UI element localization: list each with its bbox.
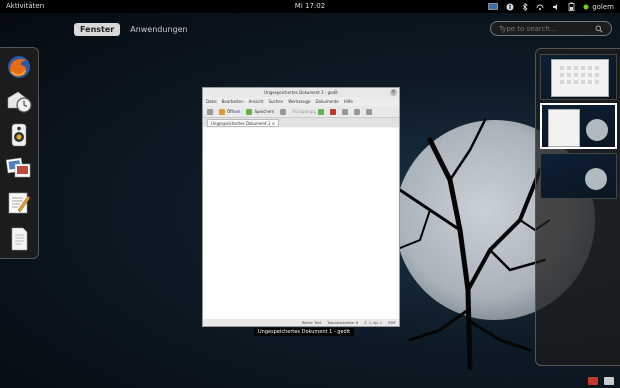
text-editor-icon[interactable] [6,190,32,216]
text-area[interactable] [204,128,398,319]
workspace-thumbnail-active[interactable] [540,103,617,149]
display-icon[interactable] [488,2,499,11]
status-tab-width[interactable]: Tabulatorbreite: 8 [327,321,358,325]
open-folder-icon [219,108,225,115]
print-icon [280,108,287,115]
workspace-thumbnail[interactable] [540,153,617,199]
workspace-moon [586,119,608,141]
save-icon [246,108,253,115]
search-input[interactable] [499,24,589,33]
new-button[interactable] [207,108,213,115]
device-icon[interactable] [604,377,614,385]
toolbar: Öffnen Speichern Rückgängig [203,106,399,118]
battery-icon[interactable] [568,2,575,11]
copy-icon [341,108,348,115]
save-button[interactable]: Speichern [246,108,275,115]
network-icon[interactable] [536,3,544,11]
speaker-icon[interactable] [6,122,32,148]
workspace-window-thumbnail [548,109,580,147]
new-document-icon [207,108,213,115]
undo-label: Rückgängig [292,109,316,114]
photos-icon[interactable] [5,154,32,180]
status-insert: EINF [388,320,396,325]
find-icon [353,108,360,115]
dash [0,47,39,259]
message-tray [588,377,614,385]
open-button[interactable]: Öffnen [219,108,241,115]
cut-button[interactable] [329,108,336,115]
workspace-window-thumbnail [551,59,609,97]
document-tab-label: Ungespeichertes Dokument 1 [211,121,271,126]
copy-button[interactable] [341,108,348,115]
bluetooth-icon[interactable] [522,2,528,11]
search-box[interactable] [490,21,612,36]
search-icon [595,25,603,33]
gedit-window-preview[interactable]: Ungespeichertes Dokument 1 - gedit × Dat… [202,87,400,327]
redo-icon [317,108,324,115]
tab-applications[interactable]: Anwendungen [124,23,193,36]
cut-icon [329,108,336,115]
menu-file[interactable]: Datei [206,97,217,106]
replace-button[interactable] [365,108,372,115]
notification-icon[interactable] [588,377,598,385]
overview-tabs: Fenster Anwendungen [74,23,194,36]
document-icon[interactable] [6,226,32,252]
document-tab[interactable]: Ungespeichertes Dokument 1 × [207,119,280,127]
document-tabbar: Ungespeichertes Dokument 1 × [203,118,399,127]
statusbar: Reiner Text Tabulatorbreite: 8 Z. 1, Sp.… [203,319,399,326]
file-grid [560,66,599,84]
menu-documents[interactable]: Dokumente [316,97,339,106]
user-menu[interactable]: golem [583,3,614,11]
tab-windows[interactable]: Fenster [74,23,121,36]
status-position: Z. 1, Sp. 1 [364,320,383,325]
status-mode[interactable]: Reiner Text [302,321,321,325]
print-button[interactable] [280,108,287,115]
menu-help[interactable]: Hilfe [344,97,353,106]
workspace-moon [585,168,607,190]
open-label: Öffnen [227,109,241,114]
mail-clock-icon[interactable] [6,88,32,114]
replace-icon [365,108,372,115]
window-caption: Ungespeichertes Dokument 1 - gedit [254,328,355,336]
undo-button[interactable]: Rückgängig [292,108,324,115]
window-titlebar[interactable]: Ungespeichertes Dokument 1 - gedit × [203,88,399,97]
save-label: Speichern [254,109,275,114]
find-button[interactable] [353,108,360,115]
window-title: Ungespeichertes Dokument 1 - gedit [264,90,338,95]
user-name: golem [592,2,614,11]
menu-tools[interactable]: Werkzeuge [288,97,310,106]
close-icon[interactable]: × [390,89,397,96]
top-panel: Aktivitäten Mi 17:02 golem [0,0,620,13]
workspace-thumbnail[interactable] [540,54,617,100]
firefox-icon[interactable] [6,54,32,80]
menu-search[interactable]: Suchen [268,97,283,106]
volume-icon[interactable] [552,3,560,11]
wallpaper-tree [394,118,550,370]
accessibility-icon[interactable] [506,3,514,11]
menu-view[interactable]: Ansicht [249,97,264,106]
user-status-icon [583,4,589,9]
workspace-switcher [535,48,620,366]
status-area: golem [488,1,614,12]
menu-edit[interactable]: Bearbeiten [222,97,244,106]
menubar: Datei Bearbeiten Ansicht Suchen Werkzeug… [203,97,399,106]
